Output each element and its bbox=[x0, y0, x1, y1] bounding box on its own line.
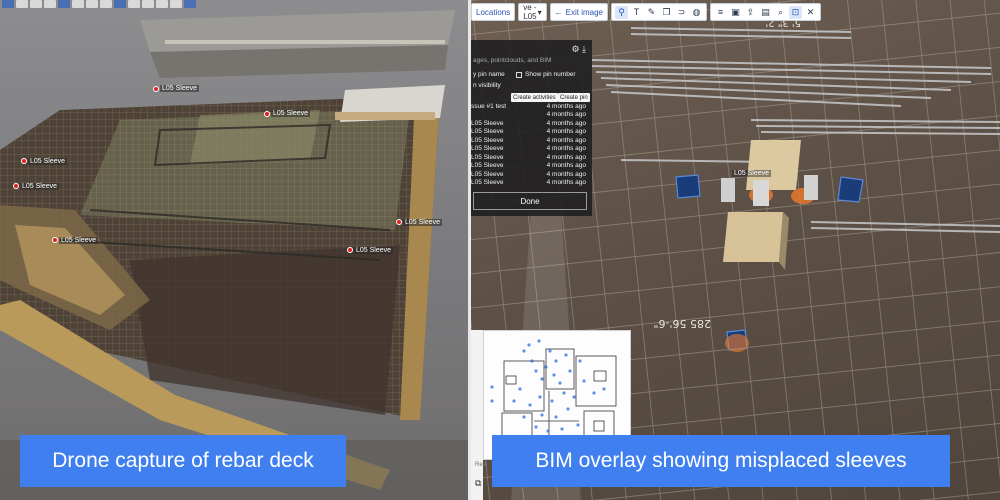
drone-caption: Drone capture of rebar deck bbox=[20, 435, 346, 487]
issue-name: L05 Sleeve bbox=[471, 154, 504, 161]
issue-time: 4 months ago bbox=[546, 179, 586, 186]
inset-sidebar bbox=[471, 330, 483, 500]
close-icon[interactable]: ✕ bbox=[804, 6, 817, 19]
create-activities-button[interactable]: Create activities bbox=[511, 93, 558, 102]
issue-name: L05 Sleeve bbox=[471, 171, 504, 178]
show-pin-number-label: Show pin number bbox=[525, 71, 576, 78]
sleeve-pin-label[interactable]: L05 Sleeve bbox=[59, 237, 99, 244]
chevron-down-icon: ▾ bbox=[537, 7, 542, 17]
issue-name: L05 Sleeve bbox=[471, 137, 504, 144]
view-tools: ≡ ▣ ⇪ ▤ ⌕ ⊡ ✕ bbox=[710, 3, 821, 21]
issue-time: 4 months ago bbox=[546, 162, 586, 169]
issue-time: 4 months ago bbox=[546, 128, 586, 135]
panel-subtitle: ages, pointclouds, and BIM bbox=[473, 57, 552, 64]
issue-time: 4 months ago bbox=[546, 103, 586, 110]
sleeve-pin-icon[interactable] bbox=[396, 219, 402, 225]
search-icon[interactable]: ⌕ bbox=[774, 6, 787, 19]
sleeve-pin-icon[interactable] bbox=[52, 237, 58, 243]
globe-icon[interactable]: ◍ bbox=[690, 6, 703, 19]
list-item[interactable]: L05 Sleeve 4 months ago bbox=[471, 137, 586, 145]
sleeve-pin-label[interactable]: L05 Sleeve bbox=[403, 219, 443, 226]
bim-caption: BIM overlay showing misplaced sleeves bbox=[492, 435, 950, 487]
pen-icon[interactable]: ✎ bbox=[645, 6, 658, 19]
sleeve-pin-icon[interactable] bbox=[21, 158, 27, 164]
layers-icon[interactable]: ▤ bbox=[759, 6, 772, 19]
inset-side-label: Real bbox=[475, 462, 488, 468]
issue-time: 4 months ago bbox=[546, 137, 586, 144]
issue-name: L05 Sleeve bbox=[471, 145, 504, 152]
issues-panel: ⚙ ⤓ ages, pointclouds, and BIM y pin nam… bbox=[471, 40, 592, 216]
exit-image-label: Exit image bbox=[565, 7, 603, 17]
done-button[interactable]: Done bbox=[473, 192, 587, 210]
sleeve-pin-icon[interactable] bbox=[153, 86, 159, 92]
checkbox-box[interactable] bbox=[516, 71, 522, 78]
list-item[interactable]: L05 Sleeve 4 months ago bbox=[471, 128, 586, 136]
list-item[interactable]: L05 Sleeve 4 months ago bbox=[471, 120, 586, 128]
sleeve-pin-label[interactable]: L05 Sleeve bbox=[354, 247, 394, 254]
sleeve-pin-label[interactable]: L05 Sleeve bbox=[20, 183, 60, 190]
viewer-toolbar: Locations ve - L05 ▾ ← Exit image ⚲ T ✎ … bbox=[471, 2, 821, 22]
upload-icon[interactable]: ⇪ bbox=[744, 6, 757, 19]
text-icon[interactable]: T bbox=[630, 6, 643, 19]
list-item[interactable]: ssue #1 test 4 months ago bbox=[471, 103, 586, 111]
list-item[interactable]: L05 Sleeve 4 months ago bbox=[471, 145, 586, 153]
issue-time: 4 months ago bbox=[546, 120, 586, 127]
sleeve-pin-label[interactable]: L05 Sleeve bbox=[732, 170, 772, 177]
drone-capture-panel[interactable]: L05 Sleeve L05 Sleeve L05 Sleeve L05 Sle… bbox=[0, 0, 468, 500]
issue-time: 4 months ago bbox=[546, 154, 586, 161]
exit-image-button[interactable]: ← Exit image bbox=[549, 3, 608, 21]
arrow-left-icon: ← bbox=[554, 7, 563, 17]
location-pin-icon[interactable]: ⚲ bbox=[615, 5, 628, 19]
issue-time: 4 months ago bbox=[546, 145, 586, 152]
visibility-label: n visibility bbox=[473, 82, 501, 89]
briefcase-icon[interactable]: ▣ bbox=[729, 6, 742, 19]
locations-button[interactable]: Locations bbox=[471, 3, 516, 21]
pin-name-label: y pin name bbox=[473, 71, 505, 78]
layers-icon[interactable]: ⧉ bbox=[475, 478, 481, 489]
rebar-deck-pointcloud bbox=[0, 10, 468, 500]
list-item[interactable]: L05 Sleeve 4 months ago bbox=[471, 171, 586, 179]
link-icon[interactable]: ⊃ bbox=[675, 6, 688, 19]
issue-name: L05 Sleeve bbox=[471, 120, 504, 127]
list-item[interactable]: L05 Sleeve 4 months ago bbox=[471, 162, 586, 170]
issue-time: 4 months ago bbox=[546, 111, 586, 118]
sleeve-pin-label[interactable]: L05 Sleeve bbox=[160, 85, 200, 92]
level-select-value: ve - L05 bbox=[523, 3, 537, 21]
issue-time: 4 months ago bbox=[546, 171, 586, 178]
annotation-tools: ⚲ T ✎ ❐ ⊃ ◍ bbox=[611, 3, 707, 21]
copy-icon[interactable]: ❐ bbox=[660, 6, 673, 19]
zoom-region-icon[interactable]: ⊡ bbox=[789, 5, 802, 19]
sleeve-pin-icon[interactable] bbox=[13, 183, 19, 189]
sleeve-pin-label[interactable]: L05 Sleeve bbox=[28, 158, 68, 165]
show-pin-number-checkbox[interactable]: Show pin number bbox=[516, 71, 576, 78]
issue-name: L05 Sleeve bbox=[471, 179, 504, 186]
sleeve-pin-icon[interactable] bbox=[347, 247, 353, 253]
list-item[interactable]: L05 Sleeve 4 months ago bbox=[471, 179, 586, 187]
list-item[interactable]: L05 Sleeve 4 months ago bbox=[471, 154, 586, 162]
issue-name: L05 Sleeve bbox=[471, 128, 504, 135]
create-pin-button[interactable]: Create pin bbox=[558, 93, 590, 102]
bim-overlay-panel[interactable]: 285 56'-6" 5' 3" 2' Locations ve - L05 ▾… bbox=[471, 0, 1000, 500]
list-icon[interactable]: ≡ bbox=[714, 6, 727, 19]
sleeve-pin-label[interactable]: L05 Sleeve bbox=[271, 110, 311, 117]
issue-name: ssue #1 test bbox=[471, 103, 507, 110]
issue-name: L05 Sleeve bbox=[471, 162, 504, 169]
svg-text:285 56'-6": 285 56'-6" bbox=[653, 317, 711, 330]
list-item[interactable]: 4 months ago bbox=[471, 111, 586, 119]
sleeve-pin-icon[interactable] bbox=[264, 111, 270, 117]
settings-icon[interactable]: ⚙ ⤓ bbox=[571, 44, 586, 55]
level-select[interactable]: ve - L05 ▾ bbox=[518, 3, 547, 21]
